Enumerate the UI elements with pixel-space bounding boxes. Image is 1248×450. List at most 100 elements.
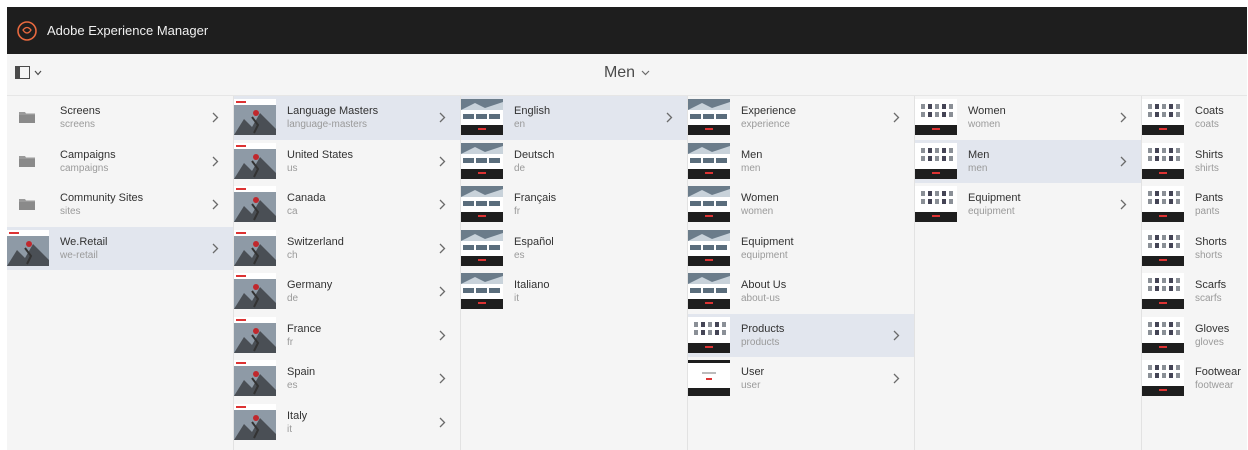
column-item-sites[interactable]: Community Sites sites — [7, 183, 233, 227]
chevron-right-icon[interactable] — [439, 197, 446, 215]
column-item-products[interactable]: Products products — [688, 313, 914, 357]
chevron-right-icon[interactable] — [439, 154, 446, 172]
chevron-right-icon[interactable] — [439, 328, 446, 346]
column-item-ch[interactable]: Switzerland ch — [234, 227, 460, 271]
chevron-right-icon[interactable] — [1120, 154, 1127, 172]
app-title[interactable]: Adobe Experience Manager — [47, 23, 208, 38]
column-item-men[interactable]: Men men — [915, 139, 1141, 183]
item-title: Women — [968, 105, 1006, 117]
item-path: screens — [60, 119, 96, 130]
column-item-es[interactable]: Spain es — [234, 357, 460, 401]
chevron-right-icon[interactable] — [212, 154, 219, 172]
chevron-right-icon[interactable] — [439, 284, 446, 302]
column-item-it[interactable]: Italiano it — [461, 270, 687, 314]
column-item-de[interactable]: Deutsch de — [461, 140, 687, 184]
item-text: Spain es — [287, 365, 427, 393]
item-title: Canada — [287, 192, 326, 204]
page-thumbnail — [1142, 229, 1184, 266]
item-text: Italy it — [287, 409, 427, 437]
column-item-coats[interactable]: Coats coats — [1142, 96, 1247, 140]
column-item-equipment[interactable]: Equipment equipment — [915, 183, 1141, 227]
item-text: Français fr — [514, 191, 654, 219]
column-item-equipment[interactable]: Equipment equipment — [688, 227, 914, 271]
item-path: men — [741, 162, 761, 174]
column-item-es[interactable]: Español es — [461, 227, 687, 271]
item-title: Screens — [60, 105, 101, 117]
item-text: User user — [741, 365, 881, 393]
item-path: products — [741, 336, 780, 348]
item-path: ca — [287, 206, 298, 217]
column-item-fr[interactable]: Français fr — [461, 183, 687, 227]
chevron-right-icon[interactable] — [212, 241, 219, 259]
column-item-about-us[interactable]: About Us about-us — [688, 270, 914, 314]
column-item-scarfs[interactable]: Scarfs scarfs — [1142, 270, 1247, 314]
page-thumbnail — [1142, 316, 1184, 353]
column-item-pants[interactable]: Pants pants — [1142, 183, 1247, 227]
column-view: Screens screens Campaigns campaigns Communit… — [7, 96, 1247, 450]
item-text: Shorts shorts — [1195, 235, 1247, 263]
column-item-us[interactable]: United States us — [234, 140, 460, 184]
page-thumbnail — [234, 186, 276, 222]
page-thumbnail — [915, 142, 957, 179]
column-item-ca[interactable]: Canada ca — [234, 183, 460, 227]
page-thumbnail — [461, 273, 503, 309]
item-path: de — [287, 293, 299, 304]
chevron-right-icon[interactable] — [439, 110, 446, 128]
page-thumbnail — [234, 316, 276, 353]
page-thumbnail — [234, 273, 276, 309]
aem-logo-icon[interactable] — [17, 20, 37, 41]
chevron-right-icon[interactable] — [212, 197, 219, 215]
column-item-de[interactable]: Germany de — [234, 270, 460, 314]
column-item-gloves[interactable]: Gloves gloves — [1142, 314, 1247, 358]
chevron-right-icon[interactable] — [439, 371, 446, 389]
folder-icon — [19, 154, 35, 172]
column-item-footwear[interactable]: Footwear footwear — [1142, 357, 1247, 401]
item-path: fr — [287, 336, 294, 348]
item-path: en — [514, 119, 526, 130]
column-item-experience[interactable]: Experience experience — [688, 96, 914, 140]
item-path: es — [514, 249, 525, 261]
item-text: Experience experience — [741, 104, 881, 132]
chevron-right-icon[interactable] — [666, 110, 673, 128]
item-path: women — [968, 119, 1001, 130]
chevron-right-icon[interactable] — [1120, 197, 1127, 215]
column-item-user[interactable]: User user — [688, 357, 914, 401]
item-text: Coats coats — [1195, 104, 1247, 132]
item-text: Pants pants — [1195, 191, 1247, 219]
column-item-language-masters[interactable]: Language Masters language-masters — [234, 96, 460, 140]
item-path: about-us — [741, 293, 780, 304]
chevron-right-icon[interactable] — [439, 241, 446, 259]
item-title: United States — [287, 148, 354, 161]
item-text: Switzerland ch — [287, 235, 427, 263]
column-item-shirts[interactable]: Shirts shirts — [1142, 140, 1247, 184]
column-item-screens[interactable]: Screens screens — [7, 96, 233, 140]
item-title: Italiano — [514, 279, 550, 291]
column-item-fr[interactable]: France fr — [234, 314, 460, 358]
page-title-dropdown[interactable]: Men — [604, 64, 650, 82]
column-5: Women women Men men Equipment equipment — [915, 96, 1142, 450]
item-text: Community Sites sites — [60, 191, 200, 219]
page-thumbnail — [688, 142, 730, 179]
column-6: Coats coats Shirts shirts Pants pants Shorts sh… — [1142, 96, 1247, 450]
chevron-right-icon[interactable] — [893, 110, 900, 128]
chevron-right-icon[interactable] — [893, 371, 900, 389]
item-title: We.Retail — [60, 235, 108, 248]
column-1: Screens screens Campaigns campaigns Communit… — [7, 96, 234, 450]
item-text: United States us — [287, 148, 427, 176]
column-item-it[interactable]: Italy it — [234, 401, 460, 445]
column-item-women[interactable]: Women women — [915, 96, 1141, 140]
column-item-campaigns[interactable]: Campaigns campaigns — [7, 140, 233, 184]
chevron-right-icon[interactable] — [1120, 110, 1127, 128]
column-item-men[interactable]: Men men — [688, 140, 914, 184]
column-item-en[interactable]: English en — [461, 96, 687, 140]
chevron-right-icon[interactable] — [893, 328, 900, 346]
column-item-shorts[interactable]: Shorts shorts — [1142, 227, 1247, 271]
item-title: Coats — [1195, 105, 1224, 117]
item-title: Shirts — [1195, 148, 1224, 161]
column-item-women[interactable]: Women women — [688, 183, 914, 227]
chevron-right-icon[interactable] — [212, 110, 219, 128]
item-title: Shorts — [1195, 235, 1227, 248]
column-item-we-retail[interactable]: We.Retail we-retail — [7, 226, 233, 270]
chevron-right-icon[interactable] — [439, 415, 446, 433]
item-text: Equipment equipment — [968, 191, 1108, 219]
